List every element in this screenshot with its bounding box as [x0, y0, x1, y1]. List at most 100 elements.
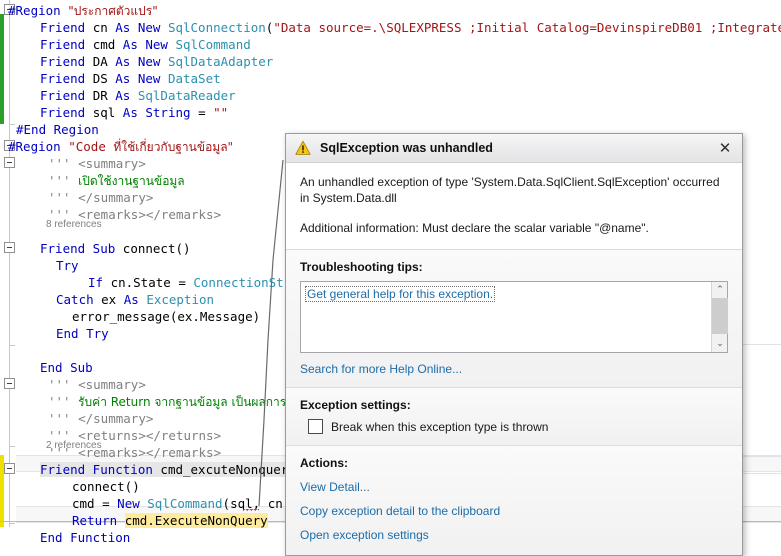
code-line[interactable]: End Sub — [0, 359, 93, 376]
code-token: ''' — [48, 394, 79, 409]
code-token: Try — [56, 258, 79, 273]
code-token: "Code — [68, 139, 114, 154]
code-line[interactable]: Catch ex As Exception — [0, 291, 214, 308]
code-line-function-decl[interactable]: Friend Function cmd_excuteNonquery — [0, 461, 296, 478]
code-token: "Data source=.\SQLEXPRESS ;Initial Catal… — [273, 20, 781, 35]
search-help-online-link[interactable]: Search for more Help Online... — [300, 362, 728, 376]
exception-settings-heading: Exception settings: — [300, 398, 411, 412]
code-line[interactable]: ''' </summary> — [0, 189, 153, 206]
codelens-reference-count[interactable]: 2 references — [0, 439, 102, 452]
code-token: Friend Function — [40, 462, 161, 477]
copy-exception-detail-link[interactable]: Copy exception detail to the clipboard — [300, 504, 728, 518]
code-token: <summary> — [78, 377, 146, 392]
code-line[interactable]: Friend cmd As New SqlCommand — [0, 36, 251, 53]
code-token: As — [123, 292, 147, 307]
code-line[interactable]: error_message(ex.Message) — [0, 308, 260, 325]
dialog-message-primary: An unhandled exception of type 'System.D… — [300, 175, 720, 205]
code-token: = — [198, 105, 214, 120]
code-token: Friend — [40, 105, 93, 120]
code-line-return-executenonquery[interactable]: Return cmd.ExecuteNonQuery — [0, 512, 268, 529]
code-token: </summary> — [78, 411, 154, 426]
editor-separator-faint — [740, 456, 781, 457]
exception-settings-section: Exception settings: Break when this exce… — [286, 388, 742, 446]
code-token: Friend — [40, 37, 93, 52]
break-on-throw-checkbox[interactable] — [308, 419, 323, 434]
code-token: เปิดใช้งานฐานข้อมูล — [78, 174, 185, 188]
code-token: SqlCommand — [175, 37, 251, 52]
editor-separator-faint-2 — [740, 473, 781, 474]
code-line[interactable]: Friend DS As New DataSet — [0, 70, 221, 87]
code-line[interactable]: Try — [0, 257, 79, 274]
scroll-up-icon[interactable]: ⌃ — [712, 282, 728, 298]
troubleshooting-tips-list[interactable]: Get general help for this exception. ⌃ ⌄ — [300, 281, 728, 353]
dialog-message-additional: Additional information: Must declare the… — [300, 221, 649, 235]
code-line[interactable]: Friend Sub connect() — [0, 240, 191, 257]
warning-triangle-icon — [295, 140, 311, 155]
code-token: ConnectionSt — [193, 275, 284, 290]
code-token: ''' — [48, 156, 79, 171]
code-token: SqlDataReader — [137, 88, 236, 103]
code-token: = — [102, 496, 118, 511]
break-on-throw-row[interactable]: Break when this exception type is thrown — [308, 419, 728, 434]
code-line[interactable]: ''' </summary> — [0, 410, 153, 427]
code-line[interactable]: #End Region — [0, 121, 99, 138]
open-exception-settings-link[interactable]: Open exception settings — [300, 528, 728, 542]
outlining-tick-2 — [9, 345, 15, 346]
codelens-reference-count[interactable]: 8 references — [0, 218, 102, 231]
code-token: DA — [92, 54, 116, 69]
view-detail-link[interactable]: View Detail... — [300, 480, 728, 494]
code-line[interactable]: connect() — [0, 478, 140, 495]
code-line[interactable]: #Region "Code ที่ใช้เกี่ยวกับฐานข้อมูล" — [0, 138, 233, 155]
get-general-help-link[interactable]: Get general help for this exception. — [305, 286, 496, 302]
code-token: As — [115, 88, 138, 103]
code-token: Friend — [40, 54, 93, 69]
exception-dialog[interactable]: SqlException was unhandled ✕ An unhandle… — [285, 133, 743, 556]
code-line[interactable]: End Try — [0, 325, 109, 342]
code-token: As — [122, 105, 146, 120]
code-line[interactable]: #Region "ประกาศตัวแปร" — [0, 2, 158, 19]
code-token: "ประกาศตัวแปร" — [68, 4, 158, 18]
code-line[interactable]: Friend cn As New SqlConnection("Data sou… — [0, 19, 781, 36]
code-token: SqlCommand — [147, 496, 223, 511]
dialog-title: SqlException was unhandled — [320, 141, 493, 155]
code-line[interactable]: Friend sql As String = "" — [0, 104, 228, 121]
code-token: Friend — [40, 71, 93, 86]
break-on-throw-label: Break when this exception type is thrown — [331, 419, 549, 434]
code-token: ''' — [48, 377, 79, 392]
highlighted-statement[interactable]: cmd.ExecuteNonQuery — [124, 513, 268, 528]
error-squiggle — [243, 509, 259, 512]
troubleshooting-section: Troubleshooting tips: Get general help f… — [286, 250, 742, 388]
scrollbar-thumb[interactable] — [712, 298, 728, 334]
code-line[interactable]: ''' เปิดใช้งานฐานข้อมูล — [0, 172, 185, 189]
code-line[interactable]: If cn.State = ConnectionSt — [0, 274, 284, 291]
dialog-titlebar[interactable]: SqlException was unhandled ✕ — [286, 134, 742, 163]
code-token: error_message(ex.Message) — [72, 309, 261, 324]
troubleshooting-heading: Troubleshooting tips: — [300, 260, 423, 274]
code-line[interactable]: Friend DR As SqlDataReader — [0, 87, 236, 104]
close-icon[interactable]: ✕ — [714, 138, 736, 158]
code-line[interactable]: ''' <summary> — [0, 376, 146, 393]
code-token: DS — [92, 71, 116, 86]
code-token: cmd — [92, 37, 123, 52]
actions-section: Actions: View Detail... Copy exception d… — [286, 446, 742, 555]
code-token: SqlConnection — [167, 20, 266, 35]
code-token: Catch — [56, 292, 102, 307]
code-line[interactable]: ''' <summary> — [0, 155, 146, 172]
code-token: "" — [213, 105, 229, 120]
scroll-down-icon[interactable]: ⌄ — [712, 336, 728, 352]
code-token: End Sub — [40, 360, 93, 375]
code-token: </summary> — [78, 190, 154, 205]
code-line[interactable]: Friend DA As New SqlDataAdapter — [0, 53, 273, 70]
code-token: As New — [115, 20, 168, 35]
code-token: Friend Sub — [40, 241, 123, 256]
code-token: connect() — [122, 241, 191, 256]
code-token: sql — [92, 105, 123, 120]
code-token: #Region — [8, 3, 69, 18]
code-token: ''' — [48, 411, 79, 426]
code-token: String — [145, 105, 199, 120]
tips-scrollbar[interactable]: ⌃ ⌄ — [711, 282, 728, 352]
code-line[interactable]: ''' รับค่า Return จากฐานข้อมูล เป็นผลการ… — [0, 393, 308, 410]
code-line[interactable]: End Function — [0, 529, 130, 546]
code-token: ''' — [48, 173, 79, 188]
code-token: If — [88, 275, 111, 290]
